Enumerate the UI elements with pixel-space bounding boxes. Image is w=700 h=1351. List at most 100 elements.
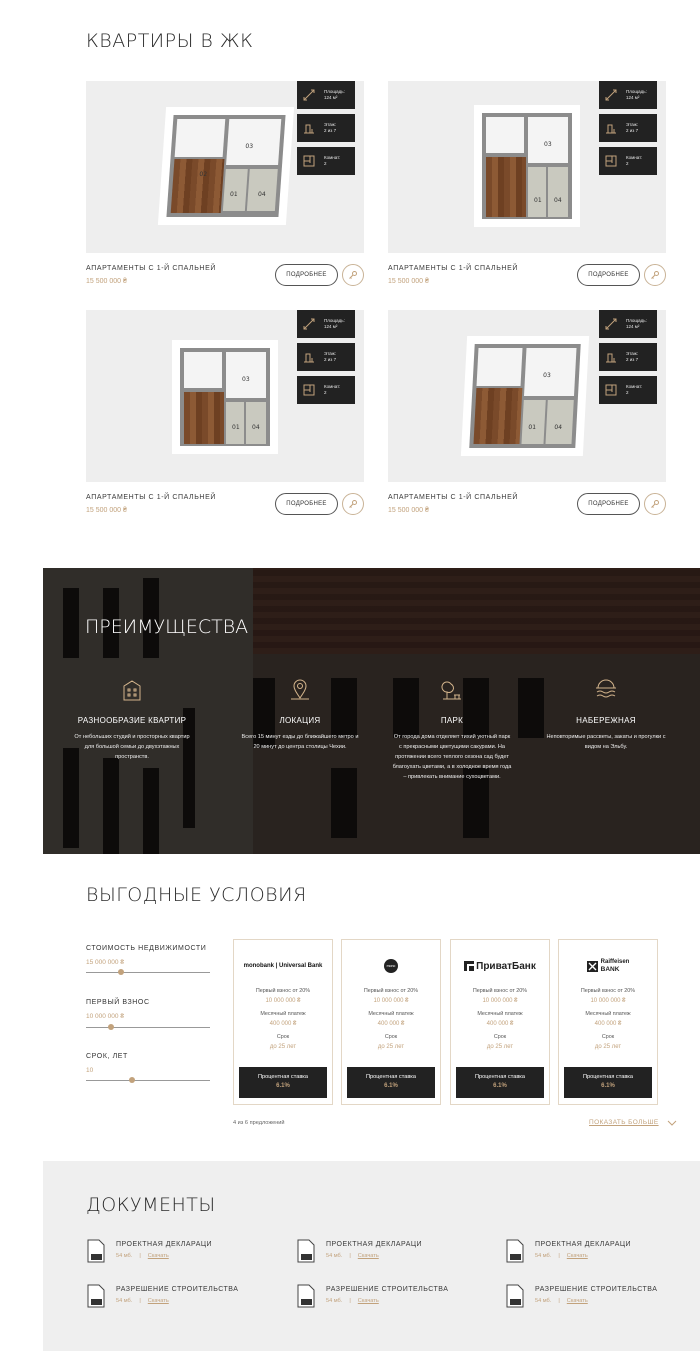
price-slider-track[interactable] [86, 972, 210, 973]
apartment-price: 15 500 000 ₴ [388, 507, 429, 514]
document-item[interactable]: РАЗРЕШЕНИЕ СТРОИТЕЛЬСТВА 54 мб. | Скачать [86, 1284, 286, 1312]
bank-offer-card[interactable]: monobank | Universal Bank Первый взнос о… [233, 939, 333, 1105]
floor-plan-panel[interactable]: 03 02 01 04 Площадь: 124 м² Этаж: 2 из 7 К… [86, 81, 364, 253]
apartment-card[interactable]: 03 01 04 Площадь: 124 м² Этаж: 2 из 7 Комн… [86, 310, 364, 515]
rooms-spec: Комнат: 2 [599, 147, 657, 175]
area-spec: Площадь: 124 м² [297, 81, 355, 109]
floor-plan-panel[interactable]: 03 01 04 Площадь: 124 м² Этаж: 2 из 7 Комн… [388, 310, 666, 482]
floor-plan-panel[interactable]: 03 01 04 Площадь: 124 м² Этаж: 2 из 7 Комн… [86, 310, 364, 482]
key-icon [651, 271, 659, 279]
room-number: 01 [229, 191, 238, 198]
key-icon [349, 271, 357, 279]
chevron-down-icon [667, 1120, 676, 1126]
room-number: 04 [554, 424, 563, 431]
room-number: 03 [542, 372, 551, 379]
room-number: 02 [199, 171, 208, 178]
apartment-card[interactable]: 03 01 04 Площадь: 124 м² Этаж: 2 из 7 Комн… [388, 310, 666, 515]
floor-plan-image: 03 01 04 [172, 340, 278, 454]
slider-value: 10 000 000 ₴ [86, 1013, 124, 1020]
stairs-icon [304, 353, 314, 363]
rooms-spec: Комнат: 2 [599, 376, 657, 404]
slider-label: СРОК, ЛЕТ [86, 1053, 128, 1060]
rate-box: Процентная ставка 6.1% [564, 1067, 652, 1098]
download-link[interactable]: Скачать [148, 1298, 169, 1304]
room-number: 01 [528, 424, 537, 431]
room-number: 01 [534, 197, 542, 204]
show-more-link[interactable]: ПОКАЗАТЬ БОЛЬШЕ [589, 1119, 677, 1126]
details-button[interactable]: ПОДРОБНЕЕ [275, 493, 338, 515]
key-button[interactable] [644, 493, 666, 515]
details-button[interactable]: ПОДРОБНЕЕ [577, 493, 640, 515]
floor-spec: Этаж: 2 из 7 [599, 114, 657, 142]
key-button[interactable] [342, 493, 364, 515]
document-item[interactable]: ПРОЕКТНАЯ ДЕКЛАРАЦИ 54 мб. | Скачать [296, 1239, 496, 1267]
rate-box: Процентная ставка 6.1% [456, 1067, 544, 1098]
download-link[interactable]: Скачать [567, 1253, 588, 1259]
documents-section: ДОКУМЕНТЫ ПРОЕКТНАЯ ДЕКЛАРАЦИ 54 мб. | Ска… [43, 1161, 700, 1351]
apartment-name: АПАРТАМЕНТЫ С 1-Й СПАЛЬНЕЙ [388, 265, 518, 272]
price-slider-handle[interactable] [118, 969, 124, 975]
rooms-icon [303, 155, 315, 167]
key-button[interactable] [644, 264, 666, 286]
apartment-card[interactable]: 03 01 04 Площадь: 124 м² Этаж: 2 из 7 Комн… [388, 81, 666, 286]
pdf-file-icon [297, 1284, 315, 1308]
rooms-spec: Комнат: 2 [297, 147, 355, 175]
bank-offer-card[interactable]: mono Первый взнос от 20% 10 000 000 ₴ Ме… [341, 939, 441, 1105]
rate-box: Процентная ставка 6.1% [239, 1067, 327, 1098]
slider-value: 10 [86, 1067, 94, 1074]
download-link[interactable]: Скачать [358, 1298, 379, 1304]
area-spec: Площадь: 124 м² [599, 81, 657, 109]
floor-spec: Этаж: 2 из 7 [297, 114, 355, 142]
advantages-title: ПРЕИМУЩЕСТВА [85, 616, 249, 638]
advantage-item: НАБЕРЕЖНАЯ Неповторимые рассветы, закаты… [546, 678, 666, 752]
details-button[interactable]: ПОДРОБНЕЕ [275, 264, 338, 286]
floor-plan-image: 03 01 04 [474, 105, 580, 227]
rooms-icon [303, 384, 315, 396]
slider-value: 15 000 000 ₴ [86, 959, 124, 966]
floor-plan-image: 03 01 04 [460, 336, 590, 456]
document-item[interactable]: РАЗРЕШЕНИЕ СТРОИТЕЛЬСТВА 54 мб. | Скачать [296, 1284, 496, 1312]
apartment-card[interactable]: 03 02 01 04 Площадь: 124 м² Этаж: 2 из 7 К… [86, 81, 364, 286]
document-item[interactable]: ПРОЕКТНАЯ ДЕКЛАРАЦИ 54 мб. | Скачать [505, 1239, 700, 1267]
area-icon [303, 318, 315, 330]
offers-count: 4 из 6 предложений [233, 1120, 285, 1126]
download-link[interactable]: Скачать [358, 1253, 379, 1259]
floor-spec: Этаж: 2 из 7 [599, 343, 657, 371]
pdf-file-icon [506, 1239, 524, 1263]
floor-plan-image: 03 02 01 04 [157, 107, 295, 225]
bank-offer-card[interactable]: ПриватБанк Первый взнос от 20% 10 000 00… [450, 939, 550, 1105]
room-number: 04 [554, 197, 562, 204]
apartment-price: 15 500 000 ₴ [86, 507, 127, 514]
stairs-icon [304, 124, 314, 134]
floor-plan-panel[interactable]: 03 01 04 Площадь: 124 м² Этаж: 2 из 7 Комн… [388, 81, 666, 253]
bank-offer-card[interactable]: Raiffeisen BANK Первый взнос от 20% 10 0… [558, 939, 658, 1105]
downpayment-slider-track[interactable] [86, 1027, 210, 1028]
download-link[interactable]: Скачать [567, 1298, 588, 1304]
privatbank-logo: ПриватБанк [451, 944, 549, 988]
document-item[interactable]: РАЗРЕШЕНИЕ СТРОИТЕЛЬСТВА 54 мб. | Скачать [505, 1284, 700, 1312]
term-slider-handle[interactable] [129, 1077, 135, 1083]
downpayment-slider-handle[interactable] [108, 1024, 114, 1030]
document-item[interactable]: ПРОЕКТНАЯ ДЕКЛАРАЦИ 54 мб. | Скачать [86, 1239, 286, 1267]
documents-title: ДОКУМЕНТЫ [86, 1194, 216, 1216]
apartment-name: АПАРТАМЕНТЫ С 1-Й СПАЛЬНЕЙ [86, 494, 216, 501]
area-icon [605, 318, 617, 330]
key-button[interactable] [342, 264, 364, 286]
stairs-icon [606, 124, 616, 134]
privatbank-icon [464, 961, 475, 971]
slider-label: СТОИМОСТЬ НЕДВИЖИМОСТИ [86, 945, 207, 952]
room-number: 04 [257, 191, 266, 198]
key-icon [349, 500, 357, 508]
term-slider-track[interactable] [86, 1080, 210, 1081]
apartments-title: КВАРТИРЫ В ЖК [86, 30, 254, 52]
advantage-item: ПАРК От города дома отделяет тихий уютны… [392, 678, 512, 782]
download-link[interactable]: Скачать [148, 1253, 169, 1259]
monobank-logo: monobank | Universal Bank [243, 963, 323, 969]
details-button[interactable]: ПОДРОБНЕЕ [577, 264, 640, 286]
room-number: 03 [245, 143, 254, 150]
mono-logo: mono [342, 944, 440, 988]
raiffeisen-icon [586, 960, 598, 972]
park-icon [441, 681, 461, 700]
area-spec: Площадь: 124 м² [297, 310, 355, 338]
advantage-item: ЛОКАЦИЯ Всего 15 минут езды до ближайшег… [240, 678, 360, 752]
